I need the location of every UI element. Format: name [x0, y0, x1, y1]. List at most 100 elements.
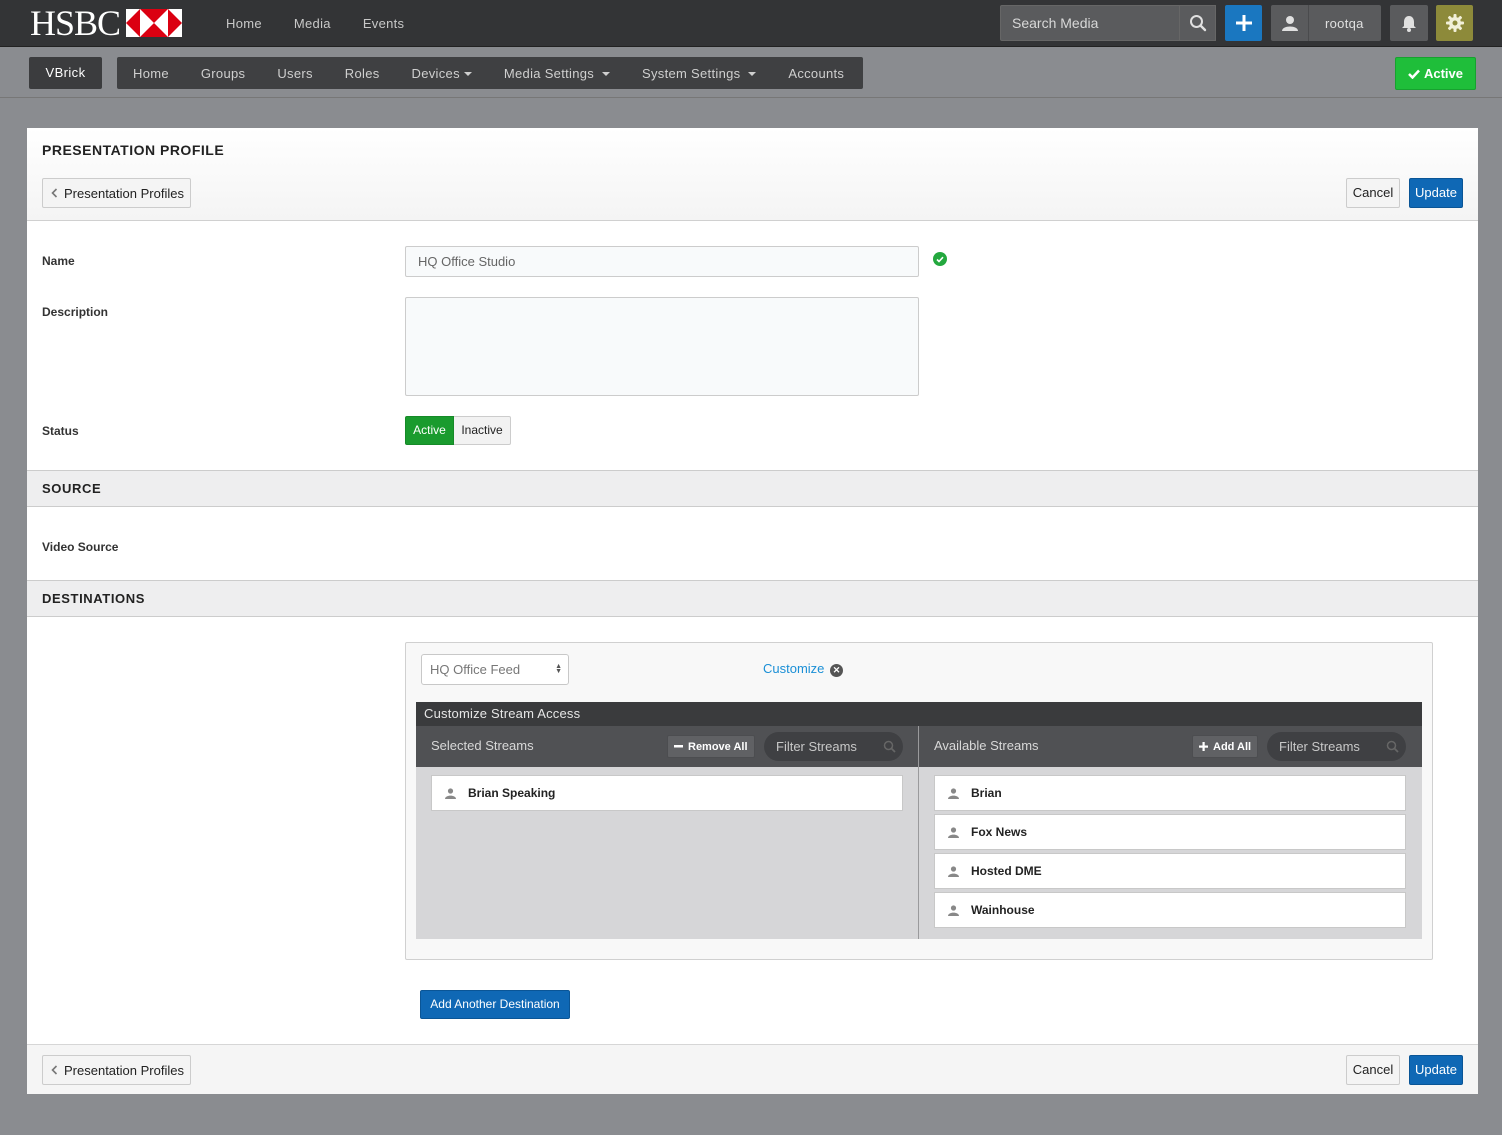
username: rootqa	[1325, 15, 1364, 31]
plus-icon	[1199, 742, 1208, 751]
stream-name: Brian Speaking	[468, 786, 556, 800]
back-to-profiles-button-footer[interactable]: Presentation Profiles	[42, 1055, 191, 1085]
account-status-button[interactable]: Active	[1395, 57, 1476, 90]
add-all-button[interactable]: Add All	[1192, 735, 1259, 758]
panel-header: PRESENTATION PROFILE Presentation Profil…	[27, 128, 1478, 221]
user-icon-box	[1271, 5, 1309, 41]
status-toggle: Active Inactive	[405, 416, 511, 445]
status-active-option[interactable]: Active	[405, 416, 454, 445]
cancel-button-footer[interactable]: Cancel	[1346, 1055, 1400, 1085]
valid-check-icon	[933, 252, 947, 266]
hsbc-logo[interactable]: HSBC	[30, 3, 183, 43]
notifications-button[interactable]	[1390, 5, 1428, 41]
selected-filter-input[interactable]: Filter Streams	[764, 732, 903, 761]
user-icon	[1281, 16, 1298, 31]
subnav-users[interactable]: Users	[261, 66, 328, 81]
add-media-button[interactable]	[1225, 5, 1262, 41]
chevron-left-icon	[51, 188, 58, 198]
account-status-label: Active	[1423, 66, 1464, 81]
description-label: Description	[42, 305, 109, 319]
remove-all-button[interactable]: Remove All	[667, 735, 755, 758]
topnav-events[interactable]: Events	[347, 16, 421, 31]
available-filter-placeholder: Filter Streams	[1279, 739, 1360, 754]
stream-access-title: Customize Stream Access	[416, 702, 1422, 726]
search-icon	[1386, 740, 1399, 753]
description-field[interactable]	[405, 297, 919, 396]
add-all-label: Add All	[1213, 740, 1252, 753]
customize-link[interactable]: Customize	[763, 661, 824, 676]
available-stream-item[interactable]: Wainhouse	[934, 892, 1406, 928]
search-icon	[1189, 15, 1206, 32]
back-to-profiles-button[interactable]: Presentation Profiles	[42, 178, 191, 208]
search-input[interactable]: Search Media	[1000, 5, 1180, 41]
checkmark-icon	[1408, 69, 1420, 79]
name-label: Name	[42, 254, 75, 268]
top-nav: Home Media Events	[210, 0, 420, 47]
checkmark-icon	[936, 256, 944, 263]
name-field[interactable]: HQ Office Studio	[405, 246, 919, 277]
hexagon-logo-icon	[126, 9, 183, 37]
page-title: PRESENTATION PROFILE	[42, 142, 225, 158]
status-label: Status	[42, 424, 79, 438]
search-icon	[883, 740, 896, 753]
back-label: Presentation Profiles	[64, 185, 184, 201]
update-button[interactable]: Update	[1409, 178, 1463, 208]
minus-icon	[674, 745, 683, 748]
person-icon	[935, 787, 971, 799]
stream-name: Fox News	[971, 825, 1028, 839]
destination-select-value: HQ Office Feed	[430, 662, 521, 677]
stream-name: Brian	[971, 786, 1002, 800]
brand-name: HSBC	[30, 3, 121, 43]
cancel-button[interactable]: Cancel	[1346, 178, 1400, 208]
subnav-media-settings[interactable]: Media Settings	[488, 66, 626, 81]
available-stream-item[interactable]: Fox News	[934, 814, 1406, 850]
admin-nav: Home Groups Users Roles Devices Media Se…	[117, 57, 863, 89]
subnav-groups[interactable]: Groups	[185, 66, 261, 81]
subnav-accounts[interactable]: Accounts	[772, 66, 860, 81]
available-streams-header: Available Streams Add All Filter Streams	[919, 726, 1422, 767]
remove-destination-icon[interactable]: ✕	[830, 664, 843, 677]
update-button-footer[interactable]: Update	[1409, 1055, 1463, 1085]
presentation-profile-panel: PRESENTATION PROFILE Presentation Profil…	[27, 128, 1478, 1094]
subnav-devices[interactable]: Devices	[396, 66, 488, 81]
video-source-label: Video Source	[42, 540, 119, 554]
subnav-system-settings[interactable]: System Settings	[626, 66, 772, 81]
selected-streams-title: Selected Streams	[431, 738, 534, 753]
subnav-home[interactable]: Home	[117, 66, 185, 81]
destination-select[interactable]: HQ Office Feed ▲ ▼	[421, 654, 569, 685]
caret-down-icon	[602, 72, 610, 77]
available-stream-item[interactable]: Brian	[934, 775, 1406, 811]
settings-button[interactable]	[1436, 5, 1473, 41]
account-button[interactable]: VBrick	[29, 57, 102, 89]
destination-box: HQ Office Feed ▲ ▼ Customize ✕ Customize …	[405, 642, 1433, 960]
subnav-media-settings-label: Media Settings	[503, 65, 595, 81]
add-another-destination-button[interactable]: Add Another Destination	[420, 990, 570, 1019]
topnav-home[interactable]: Home	[210, 16, 278, 31]
selected-streams-header: Selected Streams Remove All Filter Strea…	[416, 726, 918, 767]
user-menu-button[interactable]: rootqa	[1271, 5, 1381, 41]
top-bar: HSBC Home Media Events Search Media root…	[0, 0, 1502, 47]
search-button[interactable]	[1180, 5, 1216, 41]
caret-down-icon	[748, 72, 757, 77]
person-icon	[935, 865, 971, 877]
subnav-system-settings-label: System Settings	[642, 65, 741, 81]
source-section-title: SOURCE	[42, 481, 102, 496]
caret-down-icon	[463, 72, 472, 77]
stream-name: Wainhouse	[971, 903, 1035, 917]
person-icon	[935, 904, 971, 916]
panel-footer: Presentation Profiles Cancel Update	[27, 1044, 1478, 1094]
topnav-media[interactable]: Media	[278, 16, 347, 31]
subnav-roles[interactable]: Roles	[329, 66, 396, 81]
chevron-left-icon	[51, 1065, 58, 1075]
streams-divider	[918, 726, 919, 939]
back-label: Presentation Profiles	[64, 1062, 184, 1078]
bell-icon	[1402, 15, 1416, 32]
selected-stream-item[interactable]: Brian Speaking	[431, 775, 903, 811]
subnav-devices-label: Devices	[411, 65, 460, 81]
status-inactive-option[interactable]: Inactive	[454, 416, 511, 445]
person-icon	[432, 787, 468, 799]
available-filter-input[interactable]: Filter Streams	[1267, 732, 1406, 761]
destinations-section-title: DESTINATIONS	[42, 591, 146, 606]
available-stream-item[interactable]: Hosted DME	[934, 853, 1406, 889]
source-section-header: SOURCE	[27, 470, 1478, 507]
